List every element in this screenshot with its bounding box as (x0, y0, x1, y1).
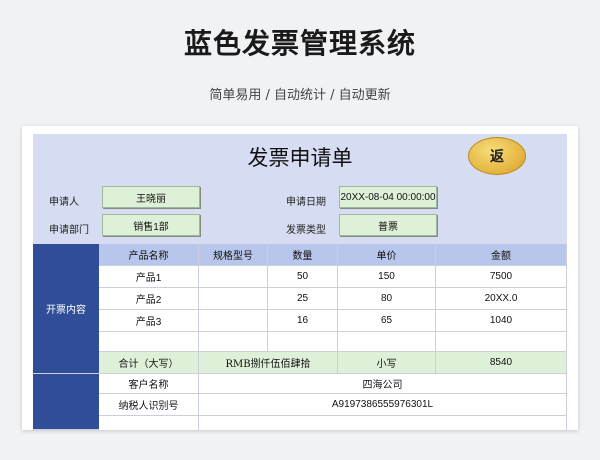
applicant-field[interactable]: 王晓丽 (102, 186, 200, 208)
invoice-form: 发票申请单 返 申请人 王晓丽 申请日期 20XX-08-04 00:00:00… (33, 134, 567, 430)
row-price[interactable]: 150 (338, 266, 436, 288)
col-header-qty: 数量 (268, 244, 338, 266)
row-spec[interactable] (199, 332, 268, 352)
type-field[interactable]: 普票 (339, 214, 437, 236)
row-product[interactable]: 产品2 (99, 288, 199, 310)
col-header-price: 单价 (338, 244, 436, 266)
applicant-label: 申请人 (49, 197, 79, 208)
row-qty[interactable]: 50 (268, 266, 338, 288)
col-header-product: 产品名称 (99, 244, 199, 266)
total-small-label: 小写 (338, 352, 436, 374)
section-label: 开票内容 (33, 244, 99, 374)
total-upper-value: RMB捌仟伍佰肆拾 (199, 352, 338, 374)
tax-id-label: 纳税人识别号 (99, 394, 199, 416)
dept-field[interactable]: 销售1部 (102, 214, 200, 236)
row-product[interactable]: 产品3 (99, 310, 199, 332)
row-spec[interactable] (199, 288, 268, 310)
date-field[interactable]: 20XX-08-04 00:00:00 (339, 186, 437, 208)
row-amount[interactable]: 20XX.0 (436, 288, 567, 310)
total-label: 合计（大写） (99, 352, 199, 374)
type-label: 发票类型 (286, 225, 326, 236)
row-product[interactable] (99, 332, 199, 352)
invoice-table: 开票内容 产品名称 规格型号 数量 单价 金额 产品1 50 150 7500 … (33, 244, 567, 430)
next-row-label (99, 416, 199, 430)
client-name-value[interactable]: 四海公司 (199, 374, 567, 394)
row-spec[interactable] (199, 266, 268, 288)
next-row-value (199, 416, 567, 430)
row-price[interactable] (338, 332, 436, 352)
row-spec[interactable] (199, 310, 268, 332)
client-name-label: 客户名称 (99, 374, 199, 394)
col-header-spec: 规格型号 (199, 244, 268, 266)
page-title: 蓝色发票管理系统 (183, 27, 416, 60)
tax-id-value[interactable]: A9197386555976301L (199, 394, 567, 416)
dept-label: 申请部门 (49, 225, 89, 236)
col-header-amount: 金额 (436, 244, 567, 266)
row-product[interactable]: 产品1 (99, 266, 199, 288)
row-price[interactable]: 80 (338, 288, 436, 310)
form-header-panel: 发票申请单 返 申请人 王晓丽 申请日期 20XX-08-04 00:00:00… (33, 134, 567, 244)
row-qty[interactable]: 16 (268, 310, 338, 332)
row-qty[interactable] (268, 332, 338, 352)
client-section-side (33, 374, 99, 430)
row-amount[interactable]: 7500 (436, 266, 567, 288)
page-subtitle: 简单易用 / 自动统计 / 自动更新 (209, 88, 391, 103)
total-small-value: 8540 (436, 352, 567, 374)
date-label: 申请日期 (286, 197, 326, 208)
row-qty[interactable]: 25 (268, 288, 338, 310)
row-amount[interactable] (436, 332, 567, 352)
return-button[interactable]: 返 (468, 137, 526, 175)
row-price[interactable]: 65 (338, 310, 436, 332)
invoice-sheet: 发票申请单 返 申请人 王晓丽 申请日期 20XX-08-04 00:00:00… (22, 126, 578, 430)
row-amount[interactable]: 1040 (436, 310, 567, 332)
